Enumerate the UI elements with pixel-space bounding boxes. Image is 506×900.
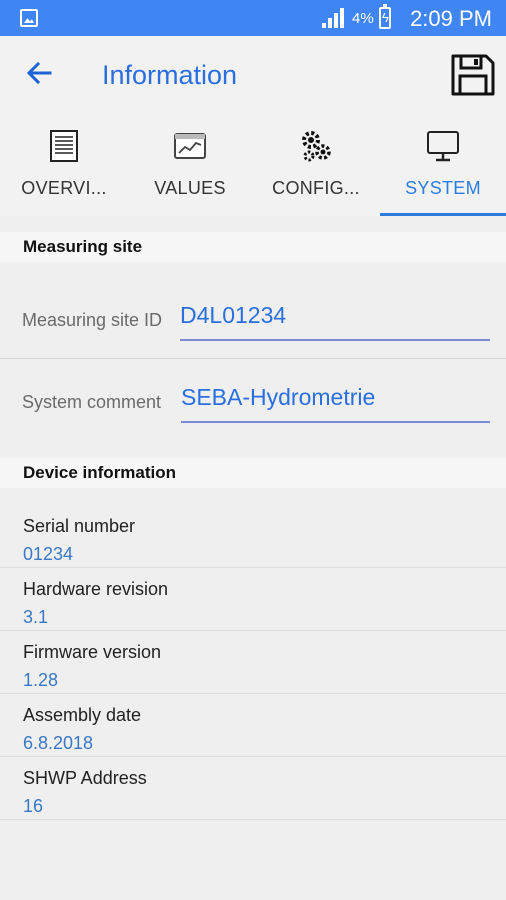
info-label: Assembly date <box>23 705 142 725</box>
page-title: Information <box>102 60 238 90</box>
battery-percent: 4% <box>352 10 374 27</box>
info-label: SHWP Address <box>23 768 147 788</box>
tab-bar: OVERVI... VALUES CONFIG... SYSTEM <box>0 116 506 216</box>
signal-strength-icon <box>322 8 344 28</box>
input-underline <box>181 421 490 423</box>
tab-label: VALUES <box>154 178 226 198</box>
save-icon[interactable] <box>450 53 496 97</box>
info-row-hardware-revision: Hardware revision 3.1 <box>0 568 506 631</box>
measuring-site-id-input[interactable]: D4L01234 <box>180 302 286 329</box>
tab-label: SYSTEM <box>405 178 481 198</box>
system-comment-input[interactable]: SEBA-Hydrometrie <box>181 384 375 411</box>
gallery-notification-icon <box>20 9 38 27</box>
status-bar: 4% ϟ 2:09 PM <box>0 0 506 36</box>
measuring-site-id-label: Measuring site ID <box>22 310 163 330</box>
divider <box>0 819 506 820</box>
back-arrow-icon[interactable] <box>24 58 54 88</box>
tab-values[interactable]: VALUES <box>134 116 246 216</box>
chart-icon <box>172 128 208 164</box>
clock: 2:09 PM <box>410 6 492 31</box>
info-row-serial-number: Serial number 01234 <box>0 505 506 568</box>
tab-label: OVERVI... <box>21 178 107 198</box>
measuring-site-id-row: Measuring site ID D4L01234 <box>0 276 506 358</box>
info-value: 3.1 <box>23 607 49 627</box>
tab-config[interactable]: CONFIG... <box>260 116 372 216</box>
section-header-device-information: Device information <box>0 458 506 488</box>
info-label: Serial number <box>23 516 136 536</box>
info-row-assembly-date: Assembly date 6.8.2018 <box>0 694 506 757</box>
info-value: 6.8.2018 <box>23 733 94 753</box>
tab-overview[interactable]: OVERVI... <box>8 116 120 216</box>
monitor-icon <box>425 128 461 164</box>
system-comment-label: System comment <box>22 392 162 412</box>
info-row-shwp-address: SHWP Address 16 <box>0 757 506 820</box>
info-label: Hardware revision <box>23 579 169 599</box>
info-value: 1.28 <box>23 670 59 690</box>
info-value: 16 <box>23 796 44 816</box>
gears-icon <box>298 128 334 164</box>
tab-label: CONFIG... <box>272 178 360 198</box>
info-value: 01234 <box>23 544 74 564</box>
active-tab-indicator <box>380 213 506 216</box>
info-row-firmware-version: Firmware version 1.28 <box>0 631 506 694</box>
battery-charging-icon: ϟ <box>379 4 391 29</box>
section-header-measuring-site: Measuring site <box>0 232 506 262</box>
app-bar: Information <box>0 36 506 116</box>
system-comment-row: System comment SEBA-Hydrometrie <box>0 358 506 440</box>
input-underline <box>180 339 490 341</box>
info-label: Firmware version <box>23 642 162 662</box>
document-icon <box>46 128 82 164</box>
tab-system[interactable]: SYSTEM <box>380 116 506 216</box>
